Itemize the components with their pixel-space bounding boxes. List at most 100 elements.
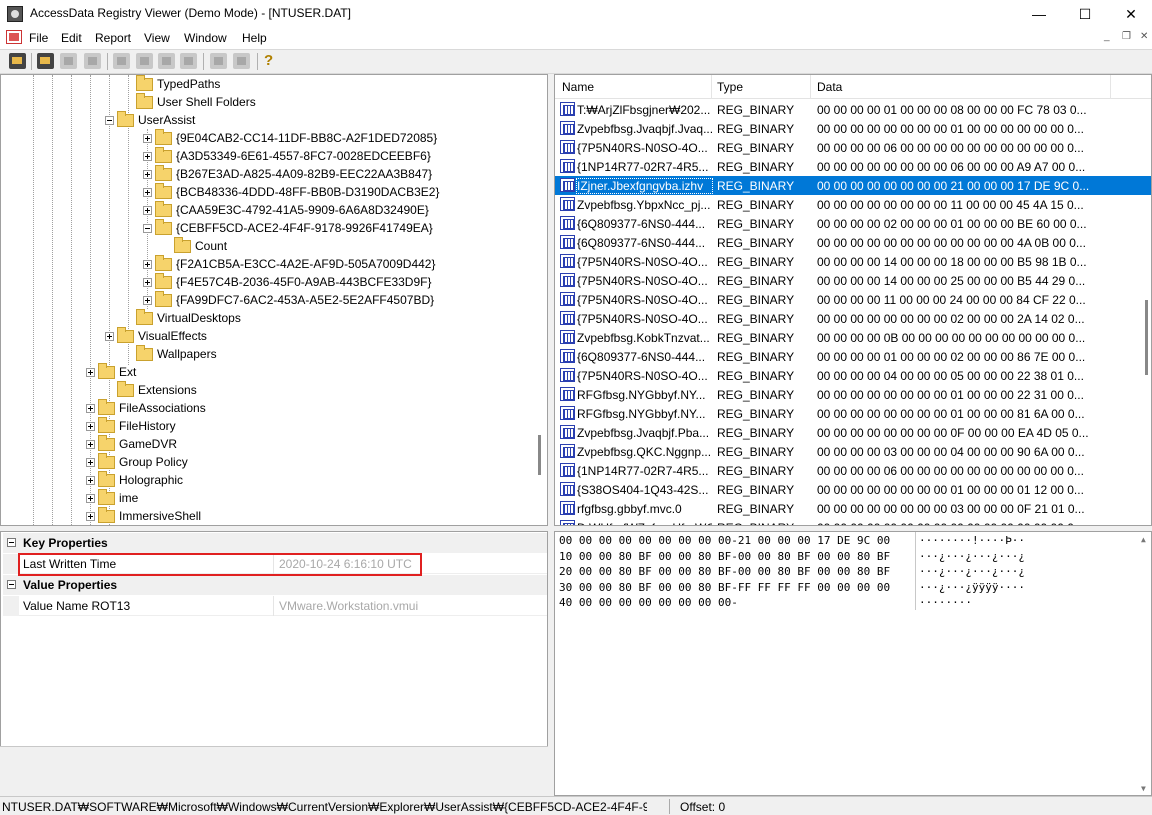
list-row[interactable]: rfgfbsg.gbbyf.mvc.0 REG_BINARY 00 00 00 00… (555, 499, 1151, 518)
menu-view[interactable]: View (144, 31, 170, 45)
tree-node[interactable]: {FA99DFC7-6AC2-453A-A5E2-5E2AFF4507BD} (143, 290, 434, 309)
list-row[interactable]: T:₩ArjZlFbsgjner₩202... REG_BINARY 00 00 0… (555, 100, 1151, 119)
collapse-icon[interactable] (7, 538, 16, 547)
print-icon[interactable] (37, 53, 54, 69)
list-row[interactable]: {1NP14R77-02R7-4R5... REG_BINARY 00 00 00 … (555, 157, 1151, 176)
expand-icon[interactable] (86, 421, 95, 431)
collapse-icon[interactable] (105, 115, 114, 125)
print-preview-icon[interactable] (60, 53, 77, 69)
expand-icon[interactable] (143, 259, 152, 269)
tree-node[interactable]: User Shell Folders (124, 92, 256, 111)
mdi-minimize-button[interactable]: _ (1104, 31, 1110, 42)
list-row[interactable]: Zvpebfbsg.QKC.Nggnp... REG_BINARY 00 00 00… (555, 442, 1151, 461)
document-menu-icon[interactable] (6, 30, 22, 44)
tree-node[interactable]: Wallpapers (124, 344, 217, 363)
hex-ascii[interactable]: ···¿···¿···¿···¿ (919, 565, 1025, 580)
list-row[interactable]: RFGfbsg.NYGbbyf.NY... REG_BINARY 00 00 00 … (555, 385, 1151, 404)
collapse-icon[interactable] (143, 223, 152, 233)
scroll-down-arrow-icon[interactable]: ▼ (1141, 784, 1146, 793)
list-row[interactable]: {7P5N40RS-N0SO-4O... REG_BINARY 00 00 00 0… (555, 138, 1151, 157)
list-row[interactable]: {1NP14R77-02R7-4R5... REG_BINARY 00 00 00 … (555, 461, 1151, 480)
column-name[interactable]: Name (562, 80, 594, 94)
tree-node[interactable]: Extensions (105, 380, 197, 399)
expand-icon[interactable] (143, 151, 152, 161)
hex-ascii[interactable]: ········!····Þ·· (919, 534, 1025, 549)
hex-bytes-line[interactable]: 20 00 00 80 BF 00 00 80 BF-00 00 80 BF 0… (559, 565, 890, 580)
tree-node[interactable]: {F2A1CB5A-E3CC-4A2E-AF9D-505A7009D442} (143, 254, 435, 273)
tree-node[interactable]: ime (86, 488, 138, 507)
tree-node[interactable]: GameDVR (86, 434, 177, 453)
mdi-close-button[interactable]: ✕ (1140, 31, 1148, 42)
expand-icon[interactable] (143, 169, 152, 179)
list-row[interactable]: {7P5N40RS-N0SO-4O... REG_BINARY 00 00 00 0… (555, 271, 1151, 290)
tree-node[interactable]: {F4E57C4B-2036-45F0-A9AB-443BCFE33D9F} (143, 272, 431, 291)
list-row[interactable]: {6Q809377-6NS0-444... REG_BINARY 00 00 00 … (555, 347, 1151, 366)
expand-icon[interactable] (143, 205, 152, 215)
tree-scrollbar-thumb[interactable] (538, 435, 541, 475)
expand-icon[interactable] (105, 331, 114, 341)
menu-edit[interactable]: Edit (61, 31, 82, 45)
tree-node[interactable]: {9E04CAB2-CC14-11DF-BB8C-A2F1DED72085} (143, 128, 437, 147)
open-icon[interactable] (9, 53, 26, 69)
expand-icon[interactable] (86, 439, 95, 449)
tree-node[interactable]: UserAssist (105, 110, 195, 129)
value-properties-category[interactable]: Value Properties (3, 575, 547, 595)
list-row[interactable]: Zvpebfbsg.KobkTnzvat... REG_BINARY 00 00 0… (555, 328, 1151, 347)
expand-icon[interactable] (143, 277, 152, 287)
value-name-rot13-row[interactable]: Value Name ROT13 VMware.Workstation.vmui (3, 596, 547, 616)
expand-icon[interactable] (86, 403, 95, 413)
list-row[interactable]: {7P5N40RS-N0SO-4O... REG_BINARY 00 00 00 0… (555, 309, 1151, 328)
tree-node[interactable]: VisualEffects (105, 326, 207, 345)
hex-bytes-line[interactable]: 10 00 00 80 BF 00 00 80 BF-00 00 80 BF 0… (559, 550, 890, 565)
list-row[interactable]: Zvpebfbsg.Jvaqbjf.Pba... REG_BINARY 00 00 … (555, 423, 1151, 442)
list-row-selected[interactable]: IZjner.Jbexfgngvba.izhv REG_BINARY 00 00 0… (555, 176, 1151, 195)
tree-node[interactable]: Count (162, 236, 227, 255)
tree-node[interactable]: ImmersiveShell (86, 506, 201, 525)
minimize-button[interactable]: — (1016, 0, 1062, 28)
mdi-restore-button[interactable]: ❐ (1122, 31, 1131, 42)
column-divider[interactable] (1110, 75, 1111, 99)
menu-help[interactable]: Help (242, 31, 267, 45)
expand-icon[interactable] (86, 475, 95, 485)
find-next-icon[interactable] (233, 53, 250, 69)
list-row[interactable]: {6Q809377-6NS0-444... REG_BINARY 00 00 00 … (555, 233, 1151, 252)
expand-icon[interactable] (143, 295, 152, 305)
tree-node[interactable]: {CEBFF5CD-ACE2-4F4F-9178-9926F41749EA} (143, 218, 433, 237)
collapse-icon[interactable] (7, 580, 16, 589)
column-divider[interactable] (810, 75, 811, 99)
expand-icon[interactable] (143, 187, 152, 197)
list-row[interactable]: {6Q809377-6NS0-444... REG_BINARY 00 00 00 … (555, 214, 1151, 233)
hex-ascii[interactable]: ········ (919, 596, 972, 611)
column-type[interactable]: Type (717, 80, 743, 94)
export-icon[interactable] (113, 53, 130, 69)
menu-file[interactable]: File (29, 31, 48, 45)
list-row[interactable]: {7P5N40RS-N0SO-4O... REG_BINARY 00 00 00 0… (555, 366, 1151, 385)
tree-node[interactable]: TypedPaths (124, 75, 220, 93)
tree-node[interactable]: {B267E3AD-A825-4A09-82B9-EEC22AA3B847} (143, 164, 432, 183)
list-row[interactable]: {S38OS404-1Q43-42S... REG_BINARY 00 00 00 … (555, 480, 1151, 499)
close-button[interactable]: ✕ (1108, 0, 1152, 28)
tree-node[interactable]: Ext (86, 362, 136, 381)
column-divider[interactable] (711, 75, 712, 99)
hex-bytes-line[interactable]: 30 00 00 80 BF 00 00 80 BF-FF FF FF FF 0… (559, 581, 890, 596)
tree-node[interactable]: FileAssociations (86, 398, 206, 417)
list-row[interactable]: Zvpebfbsg.Jvaqbjf.Jvaq... REG_BINARY 00 00… (555, 119, 1151, 138)
registry-tree[interactable]: TypedPaths User Shell Folders UserAssist {9… (0, 74, 548, 526)
hex-bytes-line[interactable]: 00 00 00 00 00 00 00 00 00-21 00 00 00 1… (559, 534, 890, 549)
scroll-up-arrow-icon[interactable]: ▲ (1141, 535, 1146, 544)
tree-node[interactable]: {BCB48336-4DDD-48FF-BB0B-D3190DACB3E2} (143, 182, 439, 201)
maximize-button[interactable]: ☐ (1062, 0, 1108, 28)
expand-icon[interactable] (86, 511, 95, 521)
report-icon[interactable] (158, 53, 175, 69)
list-row[interactable]: RFGfbsg.NYGbbyf.NY... REG_BINARY 00 00 00 … (555, 404, 1151, 423)
find-icon[interactable] (210, 53, 227, 69)
column-data[interactable]: Data (817, 80, 842, 94)
tree-node[interactable]: {A3D53349-6E61-4557-8FC7-0028EDCEEBF6} (143, 146, 431, 165)
tree-node[interactable]: {CAA59E3C-4792-41A5-9909-6A6A8D32490E} (143, 200, 429, 219)
tree-node[interactable]: VirtualDesktops (124, 308, 241, 327)
expand-icon[interactable] (86, 367, 95, 377)
edit-icon[interactable] (136, 53, 153, 69)
list-row[interactable]: D:₩Hfref₩ZnfgreHfre₩Qbj... REG_BINARY 00 0… (555, 518, 1151, 525)
tree-node[interactable]: Group Policy (86, 452, 188, 471)
list-row[interactable]: Zvpebfbsg.YbpxNcc_pj... REG_BINARY 00 00 0… (555, 195, 1151, 214)
